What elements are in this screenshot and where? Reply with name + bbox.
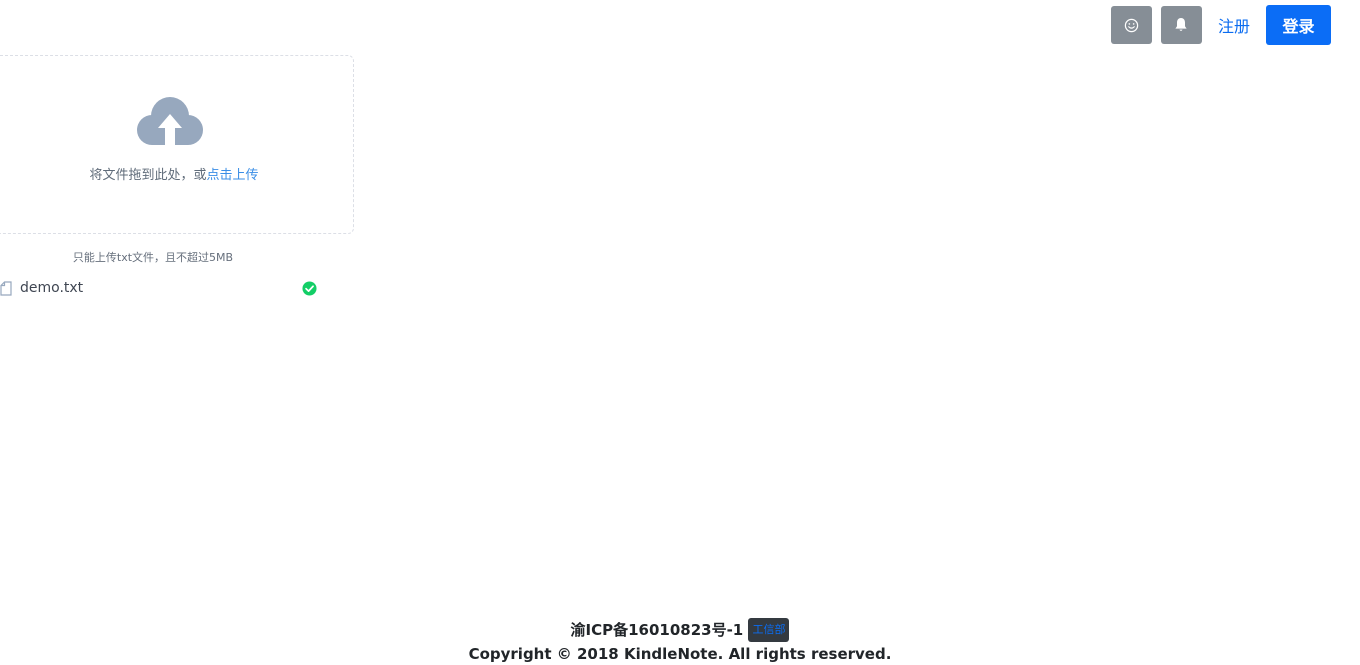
success-check-icon [302, 281, 317, 296]
copyright-text: Copyright © 2018 KindleNote. All rights … [468, 645, 892, 663]
miit-badge[interactable]: 工信部 [748, 618, 790, 642]
upload-tip: 只能上传txt文件，且不超过5MB [72, 251, 234, 264]
upload-dropzone[interactable]: 将文件拖到此处，或点击上传 [0, 55, 354, 234]
icp-line: 渝ICP备16010823号-1 工信部 [0, 618, 1360, 642]
bell-icon [1175, 18, 1188, 31]
cloud-upload-icon [137, 97, 203, 146]
file-name: demo.txt [20, 280, 84, 296]
login-button[interactable]: 登录 [1266, 5, 1331, 45]
top-nav: 注册 登录 [1102, 5, 1331, 45]
document-icon [0, 281, 12, 296]
drop-instruction: 将文件拖到此处，或 [89, 168, 207, 183]
footer: 渝ICP备16010823号-1 工信部 Copyright © 2018 Ki… [0, 618, 1360, 665]
icp-number: 渝ICP备16010823号-1 [570, 621, 744, 639]
dropzone-text: 将文件拖到此处，或点击上传 [0, 164, 353, 183]
register-link[interactable]: 注册 [1218, 13, 1250, 37]
click-upload-link[interactable]: 点击上传 [207, 168, 259, 183]
notification-button[interactable] [1160, 6, 1202, 44]
page: 注册 登录 将文件拖到此处，或点击上传 只能上传txt文件，且不超过5MB de… [0, 0, 1360, 665]
file-list-item[interactable]: demo.txt [0, 279, 320, 299]
smiley-icon [1124, 18, 1139, 32]
emoji-button[interactable] [1110, 6, 1152, 44]
